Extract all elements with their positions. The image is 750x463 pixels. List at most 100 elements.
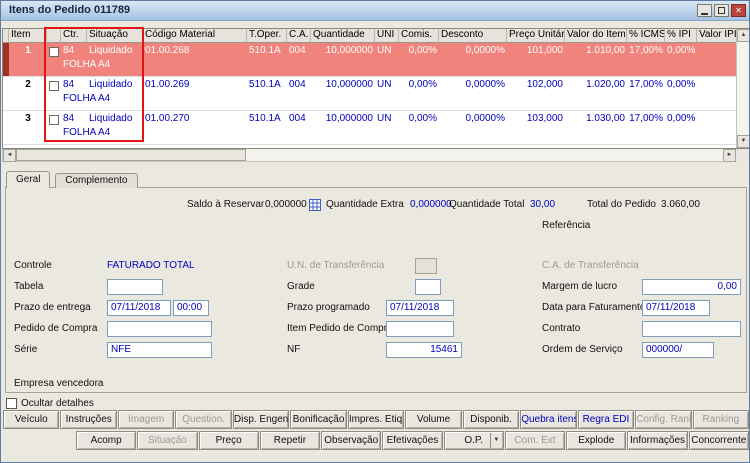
scrollbar-track[interactable] xyxy=(16,149,723,161)
scrollbar-corner xyxy=(736,149,749,162)
ca-transferencia-label: C.A. de Transferência xyxy=(542,260,639,271)
column-header-situacao[interactable]: Situação xyxy=(87,29,143,43)
button-concorrente[interactable]: Concorrente xyxy=(688,431,749,450)
cell-valor_ipi xyxy=(697,111,736,144)
un-transferencia-label: U.N. de Transferência xyxy=(287,260,385,271)
cell-valor_item: 1.030,00 xyxy=(586,113,625,124)
scroll-right-icon[interactable]: ► xyxy=(723,149,736,162)
scroll-up-icon[interactable]: ▲ xyxy=(737,29,749,42)
data-faturamento-field[interactable]: 07/11/2018 xyxy=(642,300,710,316)
cell-codigo: 01.00.269 xyxy=(145,79,190,90)
column-header-uni[interactable]: UNI xyxy=(375,29,399,43)
prazo-programado-field[interactable]: 07/11/2018 xyxy=(386,300,454,316)
cell-item: 2 xyxy=(25,79,31,90)
items-grid: Item Ctr. Situação Código Material T.Oper. C.… xyxy=(2,28,749,149)
column-header-toper[interactable]: T.Oper. xyxy=(247,29,287,43)
ordem-servico-field[interactable]: 000000/ xyxy=(642,342,714,358)
tab-geral[interactable]: Geral xyxy=(6,171,51,188)
quantidade-extra-value: 0,000000 xyxy=(410,199,452,210)
row-checkbox[interactable] xyxy=(47,111,61,144)
titlebar[interactable]: Itens do Pedido 011789 ✕ xyxy=(1,1,749,21)
cell-quantidade: 10,000000 xyxy=(325,45,373,56)
row-checkbox[interactable] xyxy=(47,77,61,110)
cell-ca: 004 xyxy=(289,45,306,56)
button-disp-engenh[interactable]: Disp. Engenh. xyxy=(232,410,290,429)
close-icon[interactable]: ✕ xyxy=(731,4,746,17)
button-preco[interactable]: Preço xyxy=(198,431,259,450)
grid-row-1[interactable]: 1 84 FOLHA A4 Liquidado 01.00.268 510.1A 004 10… xyxy=(3,43,736,77)
column-header-comis[interactable]: Comis. xyxy=(399,29,439,43)
grade-field[interactable] xyxy=(415,279,441,295)
column-header-valor_ipi[interactable]: Valor IPI xyxy=(697,29,736,43)
item-pedido-compra-field[interactable] xyxy=(386,321,454,337)
button-instrucoes[interactable]: Instruções xyxy=(60,410,117,429)
button-impres-etiq[interactable]: Impres. Etiq. xyxy=(347,410,405,429)
column-header-valor_item[interactable]: Valor do Item xyxy=(565,29,627,43)
minimize-icon[interactable] xyxy=(697,4,712,17)
tabela-field[interactable] xyxy=(107,279,163,295)
button-volume[interactable]: Volume xyxy=(405,410,462,429)
item-pedido-compra-label: Item Pedido de Compra xyxy=(287,323,393,334)
grid-row-2[interactable]: 2 84 FOLHA A4 Liquidado 01.00.269 510.1A 004 10… xyxy=(3,77,736,111)
cell-ca: 004 xyxy=(289,113,306,124)
cell-item: 1 xyxy=(25,45,31,56)
column-header-ipi[interactable]: % IPI xyxy=(665,29,697,43)
nf-label: NF xyxy=(287,344,301,355)
prazo-entrega-time-field[interactable]: 00:00 xyxy=(173,300,209,316)
column-header-desconto[interactable]: Desconto xyxy=(439,29,507,43)
prazo-entrega-date-field[interactable]: 07/11/2018 xyxy=(107,300,171,316)
vertical-scrollbar[interactable]: ▲ ▼ xyxy=(736,29,749,148)
button-informacoes[interactable]: Informações xyxy=(627,431,688,450)
cell-ctr: 84 FOLHA A4 xyxy=(63,45,111,70)
nf-field[interactable]: 15461 xyxy=(386,342,462,358)
margem-lucro-field[interactable]: 0,00 xyxy=(642,279,741,295)
cell-comis: 0,00% xyxy=(408,113,437,124)
column-header-codigo[interactable]: Código Material xyxy=(143,29,247,43)
column-header-quantidade[interactable]: Quantidade xyxy=(311,29,375,43)
horizontal-scrollbar[interactable]: ◄ ► xyxy=(2,149,749,162)
row-checkbox[interactable] xyxy=(47,43,61,76)
tab-bar: Geral Complemento xyxy=(6,171,140,188)
cell-uni: UN xyxy=(377,45,392,56)
button-efetivacoes[interactable]: Efetivações xyxy=(382,431,443,450)
cell-toper: 510.1A xyxy=(249,113,281,124)
tabela-label: Tabela xyxy=(14,281,44,292)
grid-row-3[interactable]: 3 84 FOLHA A4 Liquidado 01.00.270 510.1A 004 10… xyxy=(3,111,736,145)
column-header-item[interactable]: Item xyxy=(9,29,47,43)
scroll-down-icon[interactable]: ▼ xyxy=(737,135,749,148)
button-quebra-itens[interactable]: Quebra itens xyxy=(520,410,577,429)
maximize-icon[interactable] xyxy=(714,4,729,17)
checkbox-icon xyxy=(49,47,59,57)
button-observacao[interactable]: Observação xyxy=(321,431,382,450)
pedido-compra-label: Pedido de Compra xyxy=(14,323,98,334)
ocultar-detalhes[interactable]: Ocultar detalhes xyxy=(6,398,94,409)
checkbox-icon[interactable] xyxy=(6,398,17,409)
scroll-left-icon[interactable]: ◄ xyxy=(3,149,16,162)
cell-ca: 004 xyxy=(289,79,306,90)
tab-complemento[interactable]: Complemento xyxy=(55,173,138,188)
column-header-preco_unitario[interactable]: Preço Unitário xyxy=(507,29,565,43)
button-explode[interactable]: Explode xyxy=(566,431,627,450)
ordem-servico-label: Ordem de Serviço xyxy=(542,344,623,355)
cell-descricao: FOLHA A4 xyxy=(63,93,111,104)
ocultar-detalhes-label: Ocultar detalhes xyxy=(21,398,94,409)
dropdown-arrow-icon[interactable]: ▼ xyxy=(489,433,502,448)
contrato-field[interactable] xyxy=(642,321,741,337)
serie-field[interactable]: NFE xyxy=(107,342,212,358)
cell-toper: 510.1A xyxy=(249,45,281,56)
grid-icon[interactable] xyxy=(309,199,321,211)
button-acomp[interactable]: Acomp xyxy=(76,431,137,450)
button-regra-edi[interactable]: Regra EDI xyxy=(577,410,635,429)
pedido-compra-field[interactable] xyxy=(107,321,212,337)
button-bonificacao[interactable]: Bonificação xyxy=(290,410,347,429)
column-header-ctr[interactable]: Ctr. xyxy=(61,29,87,43)
column-header-icms[interactable]: % ICMS xyxy=(627,29,665,43)
total-pedido-label: Total do Pedido xyxy=(587,199,656,210)
button-disponib[interactable]: Disponib. xyxy=(462,410,520,429)
button-repetir[interactable]: Repetir xyxy=(259,431,321,450)
scrollbar-thumb[interactable] xyxy=(16,149,246,161)
order-items-window: Itens do Pedido 011789 ✕ Item Ctr. Situaçã… xyxy=(0,0,750,463)
column-header-ca[interactable]: C.A. xyxy=(287,29,311,43)
button-veiculo[interactable]: Veículo xyxy=(3,410,60,429)
button-o-p[interactable]: O.P. ▼ xyxy=(443,431,504,450)
